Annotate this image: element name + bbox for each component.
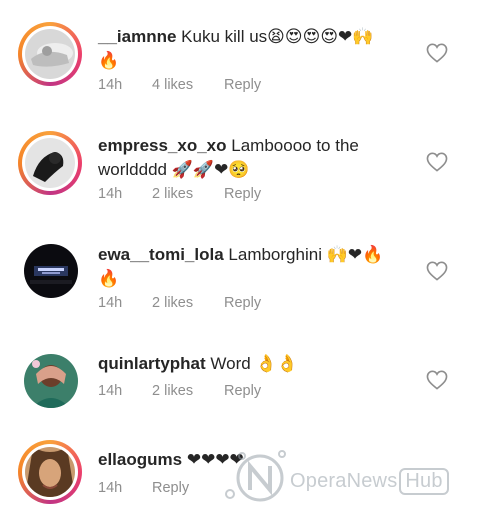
comment-text: ewa__tomi_lola Lamborghini 🙌❤🔥 🔥 [98, 243, 398, 291]
comment-meta: 14h 4 likes Reply [98, 77, 261, 93]
comment-username[interactable]: empress_xo_xo [98, 136, 227, 155]
reply-button[interactable]: Reply [152, 480, 189, 496]
watermark-brand: OperaNews [290, 470, 398, 492]
reply-button[interactable]: Reply [224, 77, 261, 93]
comment-meta: 14h 2 likes Reply [98, 383, 261, 399]
avatar[interactable] [24, 354, 78, 408]
comment-emojis: 🙌❤🔥 [326, 245, 384, 265]
comment-likes[interactable]: 2 likes [152, 383, 224, 399]
avatar [25, 447, 75, 497]
comment-meta: 14h Reply [98, 480, 189, 496]
comment-body-line2: worldddd [98, 160, 167, 179]
comment-text: quinlartyphat Word 👌👌 [98, 352, 398, 376]
comment-time: 14h [98, 480, 123, 496]
reply-button[interactable]: Reply [224, 186, 261, 202]
comment-body: Lamborghini [228, 245, 322, 264]
reply-button[interactable]: Reply [224, 295, 261, 311]
avatar [25, 29, 75, 79]
opera-news-hub-watermark: OperaNews Hub [220, 444, 470, 508]
comment-likes[interactable]: 4 likes [152, 77, 224, 93]
comment-username[interactable]: quinlartyphat [98, 354, 206, 373]
avatar[interactable] [24, 244, 78, 298]
avatar-story-ring[interactable] [18, 440, 82, 504]
comment-username[interactable]: ellaogums [98, 450, 182, 469]
heart-outline-icon[interactable] [426, 152, 448, 172]
opera-news-logo-icon [225, 450, 286, 502]
comment-time: 14h [98, 383, 123, 399]
comment-time: 14h [98, 77, 123, 93]
comment-text: empress_xo_xo Lamboooo to the worldddd 🚀… [98, 134, 398, 182]
comment-body: Lamboooo to the [231, 136, 359, 155]
comment-username[interactable]: ewa__tomi_lola [98, 245, 224, 264]
comment-emojis: 👌👌 [255, 354, 298, 374]
avatar-story-ring[interactable] [18, 22, 82, 86]
comment-body: Kuku kill us [181, 27, 268, 46]
comment-emojis: 😫😍😍😍❤🙌 [267, 27, 374, 47]
comment-meta: 14h 2 likes Reply [98, 186, 261, 202]
avatar [25, 138, 75, 188]
comment-emojis-line2: 🔥 [98, 51, 120, 71]
comment-likes[interactable]: 2 likes [152, 186, 224, 202]
heart-outline-icon[interactable] [426, 43, 448, 63]
comment-body: Word [210, 354, 251, 373]
comment-likes[interactable]: 2 likes [152, 295, 224, 311]
avatar-story-ring[interactable] [18, 131, 82, 195]
comment-time: 14h [98, 295, 123, 311]
comment-username[interactable]: __iamnne [98, 27, 176, 46]
comment-time: 14h [98, 186, 123, 202]
comment-emojis: 🚀🚀❤🥺 [171, 160, 250, 180]
reply-button[interactable]: Reply [224, 383, 261, 399]
comment-text: __iamnne Kuku kill us😫😍😍😍❤🙌 🔥 [98, 25, 398, 73]
heart-outline-icon[interactable] [426, 261, 448, 281]
comment-emojis-line2: 🔥 [98, 269, 120, 289]
watermark-hub: Hub [399, 468, 449, 495]
heart-outline-icon[interactable] [426, 370, 448, 390]
watermark-text: OperaNews Hub [290, 468, 449, 495]
comment-meta: 14h 2 likes Reply [98, 295, 261, 311]
